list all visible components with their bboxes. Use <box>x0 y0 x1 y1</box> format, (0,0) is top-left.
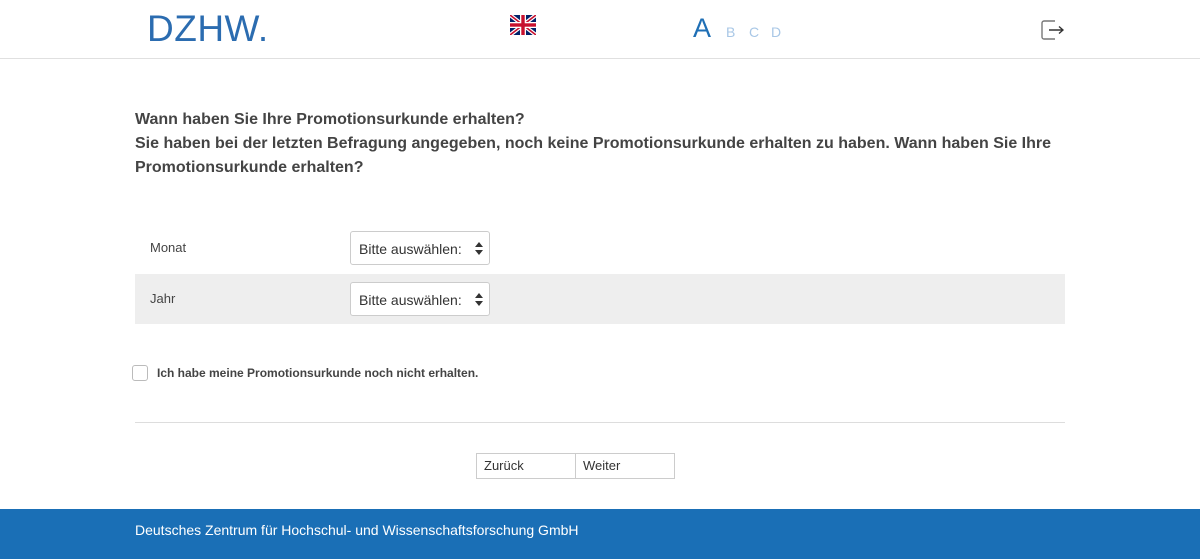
month-select-value: Bitte auswählen: <box>359 241 462 257</box>
question-title: Wann haben Sie Ihre Promotionsurkunde er… <box>135 111 525 128</box>
next-button[interactable]: Weiter <box>575 453 675 479</box>
year-row: Jahr Bitte auswählen: <box>135 274 1065 324</box>
not-received-label[interactable]: Ich habe meine Promotionsurkunde noch ni… <box>157 365 478 381</box>
header: DZHW. A B C D <box>0 0 1200 59</box>
year-select[interactable]: Bitte auswählen: <box>350 282 490 316</box>
section-letter: C <box>749 24 760 40</box>
section-letter-current: A <box>693 13 712 43</box>
year-select-value: Bitte auswählen: <box>359 292 462 308</box>
uk-flag-icon[interactable] <box>510 15 536 35</box>
footer: Deutsches Zentrum für Hochschul- und Wis… <box>0 509 1200 559</box>
footer-text: Deutsches Zentrum für Hochschul- und Wis… <box>135 522 579 538</box>
select-arrows-icon <box>475 242 483 255</box>
not-received-checkbox[interactable] <box>132 365 148 381</box>
question-text: Wann haben Sie Ihre Promotionsurkunde er… <box>135 108 1075 180</box>
section-letter: D <box>771 24 782 40</box>
divider <box>135 422 1065 423</box>
month-row: Monat Bitte auswählen: <box>135 223 1065 273</box>
question-subtitle: Sie haben bei der letzten Befragung ange… <box>135 135 1051 176</box>
back-button[interactable]: Zurück <box>476 453 576 479</box>
section-letter: B <box>726 24 736 40</box>
month-label: Monat <box>150 240 187 255</box>
month-select[interactable]: Bitte auswählen: <box>350 231 490 265</box>
logout-icon[interactable] <box>1041 20 1064 40</box>
dzhw-logo: DZHW. <box>147 8 269 49</box>
select-arrows-icon <box>475 293 483 306</box>
year-label: Jahr <box>150 291 176 306</box>
